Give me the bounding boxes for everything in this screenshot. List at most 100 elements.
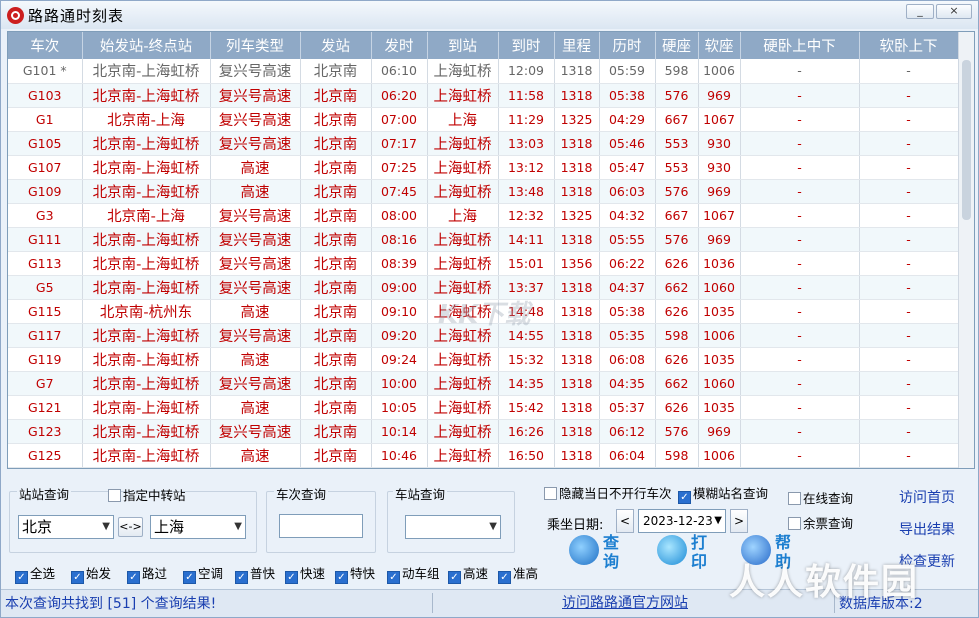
table-cell: -	[859, 347, 959, 372]
prev-date-button[interactable]: <	[616, 509, 634, 533]
table-cell: 16:50	[498, 443, 555, 468]
table-cell: 553	[655, 155, 699, 180]
table-row[interactable]: G125 北京南-上海虹桥 高速 北京南 10:46 上海虹桥 16:50 1318 06:04…	[8, 443, 959, 468]
table-cell: 10:46	[371, 443, 428, 468]
checkbox-checked-icon[interactable]: ✓	[335, 571, 348, 584]
official-site-link[interactable]: 访问路路通官方网站	[562, 592, 688, 612]
column-header[interactable]: 车次	[8, 32, 83, 59]
table-cell: 11:58	[498, 83, 555, 108]
column-header[interactable]: 软卧上下	[859, 32, 959, 59]
table-row[interactable]: G123 北京南-上海虹桥 复兴号高速 北京南 10:14 上海虹桥 16:26 1318 06…	[8, 419, 959, 444]
fuzzy-search-checkbox[interactable]: ✓ 模糊站名查询	[678, 483, 768, 504]
checkbox-checked-icon[interactable]: ✓	[387, 571, 400, 584]
app-logo-icon	[7, 7, 24, 24]
table-cell: 969	[698, 419, 741, 444]
table-row[interactable]: G3 北京南-上海 复兴号高速 北京南 08:00 上海 12:32 1325 04:32 667…	[8, 203, 959, 228]
table-row[interactable]: G103 北京南-上海虹桥 复兴号高速 北京南 06:20 上海虹桥 11:58 1318 05…	[8, 83, 959, 108]
table-cell: 1318	[554, 59, 600, 84]
filter-label: 全选	[30, 566, 56, 581]
filter-checkbox[interactable]: ✓ 全选	[15, 563, 55, 584]
date-label: 乘坐日期:	[547, 518, 604, 533]
ticket-query-checkbox-box[interactable]	[788, 517, 801, 530]
swap-stations-button[interactable]: <->	[118, 517, 143, 537]
table-cell: 662	[655, 275, 699, 300]
column-header[interactable]: 发时	[371, 32, 428, 59]
column-header[interactable]: 历时	[599, 32, 656, 59]
table-row[interactable]: G107 北京南-上海虹桥 高速 北京南 07:25 上海虹桥 13:12 1318 05:47…	[8, 155, 959, 180]
train-number-input[interactable]	[279, 514, 363, 538]
station-lookup-select[interactable]: ▼	[405, 515, 501, 539]
table-cell: -	[859, 443, 959, 468]
hide-not-running-checkbox[interactable]: 隐藏当日不开行车次	[544, 483, 672, 502]
transfer-checkbox-box[interactable]	[108, 489, 121, 502]
checkbox-checked-icon[interactable]: ✓	[235, 571, 248, 584]
table-cell: 上海虹桥	[427, 131, 499, 156]
ticket-query-checkbox[interactable]: 余票查询	[788, 513, 853, 532]
checkbox-checked-icon[interactable]: ✓	[127, 571, 140, 584]
close-button[interactable]: ×	[936, 4, 972, 19]
online-query-checkbox-box[interactable]	[788, 492, 801, 505]
checkbox-checked-icon[interactable]: ✓	[15, 571, 28, 584]
table-row[interactable]: G111 北京南-上海虹桥 复兴号高速 北京南 08:16 上海虹桥 14:11 1318 05…	[8, 227, 959, 252]
checkbox-checked-icon[interactable]: ✓	[71, 571, 84, 584]
table-cell: 复兴号高速	[210, 419, 301, 444]
table-row[interactable]: G1 北京南-上海 复兴号高速 北京南 07:00 上海 11:29 1325 04:29 667…	[8, 107, 959, 132]
filter-checkbox[interactable]: ✓ 高速	[448, 563, 488, 584]
scrollbar-thumb[interactable]	[962, 60, 971, 220]
online-query-checkbox[interactable]: 在线查询	[788, 488, 853, 507]
column-header[interactable]: 列车类型	[210, 32, 301, 59]
minimize-button[interactable]: _	[906, 4, 934, 19]
table-cell: -	[859, 371, 959, 396]
filter-checkbox[interactable]: ✓ 始发	[71, 563, 111, 584]
column-header[interactable]: 发站	[300, 32, 372, 59]
checkbox-checked-icon[interactable]: ✓	[183, 571, 196, 584]
column-header[interactable]: 软座	[698, 32, 741, 59]
checkbox-checked-icon[interactable]: ✓	[285, 571, 298, 584]
date-picker[interactable]: 2023-12-23 ▼	[638, 509, 726, 533]
table-cell: -	[740, 299, 860, 324]
timetable-grid[interactable]: 车次 始发站-终点站 列车类型 发站 发时 到站 到时 里程 历时 硬座 软座 硬卧上中下 软卧上下 G…	[7, 31, 975, 469]
filter-checkbox[interactable]: ✓ 普快	[235, 563, 275, 584]
filter-checkbox[interactable]: ✓ 路过	[127, 563, 167, 584]
table-cell: 北京南-上海虹桥	[82, 131, 211, 156]
filter-checkbox[interactable]: ✓ 动车组	[387, 563, 440, 584]
hide-not-running-checkbox-box[interactable]	[544, 487, 557, 500]
transfer-checkbox[interactable]: 指定中转站	[108, 485, 186, 504]
table-row[interactable]: G119 北京南-上海虹桥 高速 北京南 09:24 上海虹桥 15:32 1318 06:08…	[8, 347, 959, 372]
from-station-select[interactable]: 北京 ▼	[18, 515, 114, 539]
column-header[interactable]: 到时	[498, 32, 555, 59]
table-cell: -	[859, 83, 959, 108]
checkbox-checked-icon[interactable]: ✓	[448, 571, 461, 584]
table-row[interactable]: G113 北京南-上海虹桥 复兴号高速 北京南 08:39 上海虹桥 15:01 1356 06…	[8, 251, 959, 276]
filter-checkbox[interactable]: ✓ 准高	[498, 563, 538, 584]
table-row[interactable]: G101 * 北京南-上海虹桥 复兴号高速 北京南 06:10 上海虹桥 12:09 1318…	[8, 59, 959, 84]
column-header[interactable]: 里程	[554, 32, 600, 59]
home-link[interactable]: 访问首页	[899, 487, 955, 507]
column-header[interactable]: 硬卧上中下	[740, 32, 860, 59]
column-header[interactable]: 到站	[427, 32, 499, 59]
column-header[interactable]: 硬座	[655, 32, 699, 59]
export-link[interactable]: 导出结果	[899, 519, 955, 539]
table-cell: 北京南	[300, 203, 372, 228]
filter-checkbox[interactable]: ✓ 快速	[285, 563, 325, 584]
next-date-button[interactable]: >	[730, 509, 748, 533]
filter-checkbox[interactable]: ✓ 空调	[183, 563, 223, 584]
table-cell: G103	[8, 83, 83, 108]
table-row[interactable]: G121 北京南-上海虹桥 高速 北京南 10:05 上海虹桥 15:42 1318 05:37…	[8, 395, 959, 420]
table-cell: 北京南	[300, 299, 372, 324]
print-button[interactable]: 打印	[657, 533, 717, 581]
table-cell: 复兴号高速	[210, 251, 301, 276]
query-button[interactable]: 查询	[569, 533, 629, 581]
vertical-scrollbar[interactable]	[958, 32, 974, 468]
to-station-select[interactable]: 上海 ▼	[150, 515, 246, 539]
filter-checkbox[interactable]: ✓ 特快	[335, 563, 375, 584]
table-cell: 1318	[554, 275, 600, 300]
fuzzy-search-checkbox-box[interactable]: ✓	[678, 491, 691, 504]
table-row[interactable]: G109 北京南-上海虹桥 高速 北京南 07:45 上海虹桥 13:48 1318 06:03…	[8, 179, 959, 204]
table-cell: 05:38	[599, 299, 656, 324]
table-cell: 复兴号高速	[210, 371, 301, 396]
checkbox-checked-icon[interactable]: ✓	[498, 571, 511, 584]
table-row[interactable]: G7 北京南-上海虹桥 复兴号高速 北京南 10:00 上海虹桥 14:35 1318 04:3…	[8, 371, 959, 396]
table-row[interactable]: G105 北京南-上海虹桥 复兴号高速 北京南 07:17 上海虹桥 13:03 1318 05…	[8, 131, 959, 156]
column-header[interactable]: 始发站-终点站	[82, 32, 211, 59]
